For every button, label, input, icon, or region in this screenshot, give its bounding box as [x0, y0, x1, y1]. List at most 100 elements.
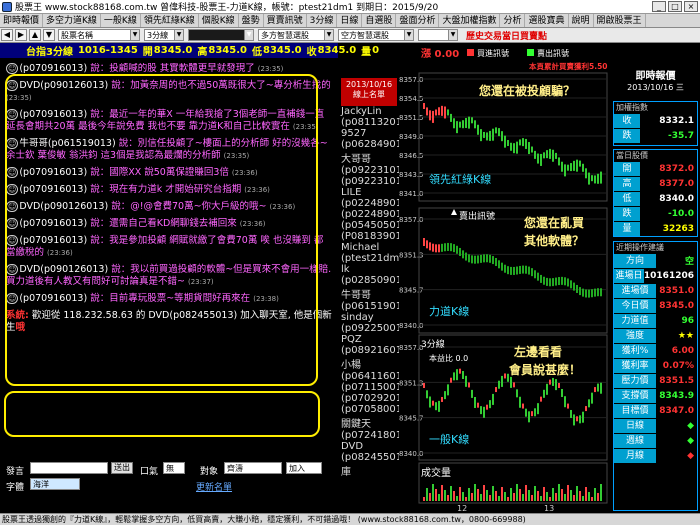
user-item[interactable]: lk — [341, 264, 397, 275]
target-select[interactable]: 齊濤 — [224, 462, 282, 474]
extra-select[interactable]: ▼ — [418, 29, 458, 41]
menu-screener[interactable]: 選股寶典 — [525, 14, 569, 27]
history-profit-value: 5.50 — [589, 62, 608, 71]
recommendation-row: 方向空 — [614, 253, 697, 268]
candle-bar — [549, 148, 551, 159]
user-item[interactable]: (p07115001 — [341, 382, 402, 393]
candle-bar — [435, 109, 437, 116]
user-item[interactable]: (P08183901 — [341, 231, 402, 242]
menu-daily[interactable]: 日線 — [337, 14, 363, 27]
font-select[interactable]: 海洋 — [30, 478, 80, 490]
bear-strategy-select[interactable]: 空方智慧選股 ▼ — [338, 29, 414, 41]
send-button[interactable]: 送出 — [111, 462, 133, 474]
message-input[interactable] — [30, 462, 108, 474]
high-value: 8345.0 — [208, 45, 247, 56]
candle-bar — [552, 488, 554, 501]
user-item[interactable]: (p08113201 — [341, 117, 402, 128]
maximize-button[interactable]: □ — [668, 1, 682, 12]
user-item[interactable]: (p09223101 — [341, 176, 402, 187]
candle-bar — [498, 496, 500, 501]
speak-label: 發言 — [6, 467, 25, 477]
menu-watchlist[interactable]: 自選股 — [362, 14, 397, 27]
candle-bar — [552, 278, 554, 287]
user-item[interactable]: (p09223101 — [341, 165, 402, 176]
candle-bar — [426, 107, 428, 116]
candle-bar — [477, 124, 479, 135]
user-item[interactable]: LILE — [341, 187, 397, 198]
user-item[interactable]: (p05450501 — [341, 220, 402, 231]
user-item[interactable]: (p06151901 — [341, 301, 402, 312]
minimize-button[interactable]: _ — [652, 1, 666, 12]
menu-normal-k[interactable]: 一般K線 — [101, 14, 141, 27]
user-item[interactable]: (p02248901 — [341, 198, 402, 209]
user-item[interactable]: 小楊 — [341, 356, 397, 371]
menu-taiex[interactable]: 大盤加權指數 — [439, 14, 501, 27]
candle-bar — [444, 106, 446, 119]
user-item[interactable]: (p06284901 — [341, 139, 402, 150]
interval-select[interactable]: 3分線 ▼ — [144, 29, 184, 41]
chat-message: ☺ DVD(p090126013) 說：加黃奈周的也不過50萬既很大了~專分析生找… — [6, 80, 331, 102]
candle-bar — [477, 255, 479, 264]
recommendation-row: 獲利率 0.07% — [614, 358, 697, 373]
user-item[interactable]: (p07241801 — [341, 430, 402, 441]
menu-realtime[interactable]: 即時報價 — [0, 14, 44, 27]
candle-bar — [450, 486, 452, 501]
user-item[interactable]: (p07058001 — [341, 404, 402, 415]
user-item[interactable]: 關鍵天 — [341, 415, 397, 430]
user-item[interactable]: 牛哥哥 — [341, 286, 397, 301]
menu-help[interactable]: 說明 — [569, 14, 594, 27]
menu-analysis[interactable]: 分析 — [500, 14, 526, 27]
candle-bar — [459, 368, 461, 374]
candle-bar — [549, 497, 551, 501]
candle-bar — [450, 113, 452, 122]
power-k-label: 力道K線 — [429, 304, 469, 318]
empty-select[interactable]: ▼ — [188, 29, 254, 41]
user-item[interactable]: 庫 — [341, 463, 397, 478]
menu-stock-k[interactable]: 個股K線 — [199, 14, 239, 27]
user-item[interactable]: (p02850901 — [341, 275, 402, 286]
forward-arrow-icon[interactable]: ▶ — [15, 29, 27, 41]
user-item[interactable]: (p06411601 — [341, 371, 402, 382]
user-item[interactable]: PQZ — [341, 334, 397, 345]
low-value: 8345.0 — [262, 45, 302, 56]
add-select[interactable]: 加入 — [286, 462, 322, 474]
user-item[interactable]: 大哥哥 — [341, 150, 397, 165]
mouth-select[interactable]: 無 — [163, 462, 185, 474]
candle-bar — [600, 171, 602, 184]
candle-bar — [465, 497, 467, 501]
user-item[interactable]: (p09225001 — [341, 323, 402, 334]
online-list-header: 2013/10/16 線上名單 — [341, 78, 397, 106]
up-arrow-icon[interactable]: ▲ — [29, 29, 41, 41]
user-item[interactable]: 9527 — [341, 128, 397, 139]
stock-select[interactable]: 股票名稱 ▼ — [58, 29, 140, 41]
user-item[interactable]: (p08921601 — [341, 345, 402, 356]
history-trade-link[interactable]: 歷史交易當日買賣點 — [466, 29, 547, 42]
session-label: 台指3分線 — [26, 47, 73, 58]
candle-bar — [555, 277, 557, 286]
menu-market[interactable]: 盤勢 — [239, 14, 264, 27]
menu-power-k[interactable]: 多空力道K線 — [43, 14, 101, 27]
refresh-list-link[interactable]: 更新名單 — [196, 480, 232, 493]
candle-bar — [522, 138, 524, 147]
menu-signals[interactable]: 買賣訊號 — [264, 14, 307, 27]
user-item[interactable]: (p07029201 — [341, 393, 402, 404]
recommendation-row: 獲利% 6.00 — [614, 343, 697, 358]
user-item[interactable]: (ptest21dm1 — [341, 253, 406, 264]
candle-bar — [468, 116, 470, 129]
close-button[interactable]: × — [684, 1, 698, 12]
menu-open-app[interactable]: 開啟股票王 — [594, 14, 646, 27]
menu-3min[interactable]: 3分線 — [307, 14, 338, 27]
bull-strategy-select[interactable]: 多方智慧選股 ▼ — [258, 29, 334, 41]
menu-lead-k[interactable]: 領先紅綠K線 — [141, 14, 199, 27]
menu-analysis-board[interactable]: 盤面分析 — [396, 14, 440, 27]
candle-bar — [576, 159, 578, 172]
back-arrow-icon[interactable]: ◀ — [1, 29, 13, 41]
user-item[interactable]: DVD — [341, 441, 397, 452]
user-item[interactable]: Michael — [341, 242, 397, 253]
down-arrow-icon[interactable]: ▼ — [43, 29, 55, 41]
user-item[interactable]: (p08245501 — [341, 452, 402, 463]
candle-bar — [468, 488, 470, 501]
user-item[interactable]: (p02248901 — [341, 209, 402, 220]
user-item[interactable]: JackyLin — [341, 106, 397, 117]
user-item[interactable]: sinday — [341, 312, 397, 323]
